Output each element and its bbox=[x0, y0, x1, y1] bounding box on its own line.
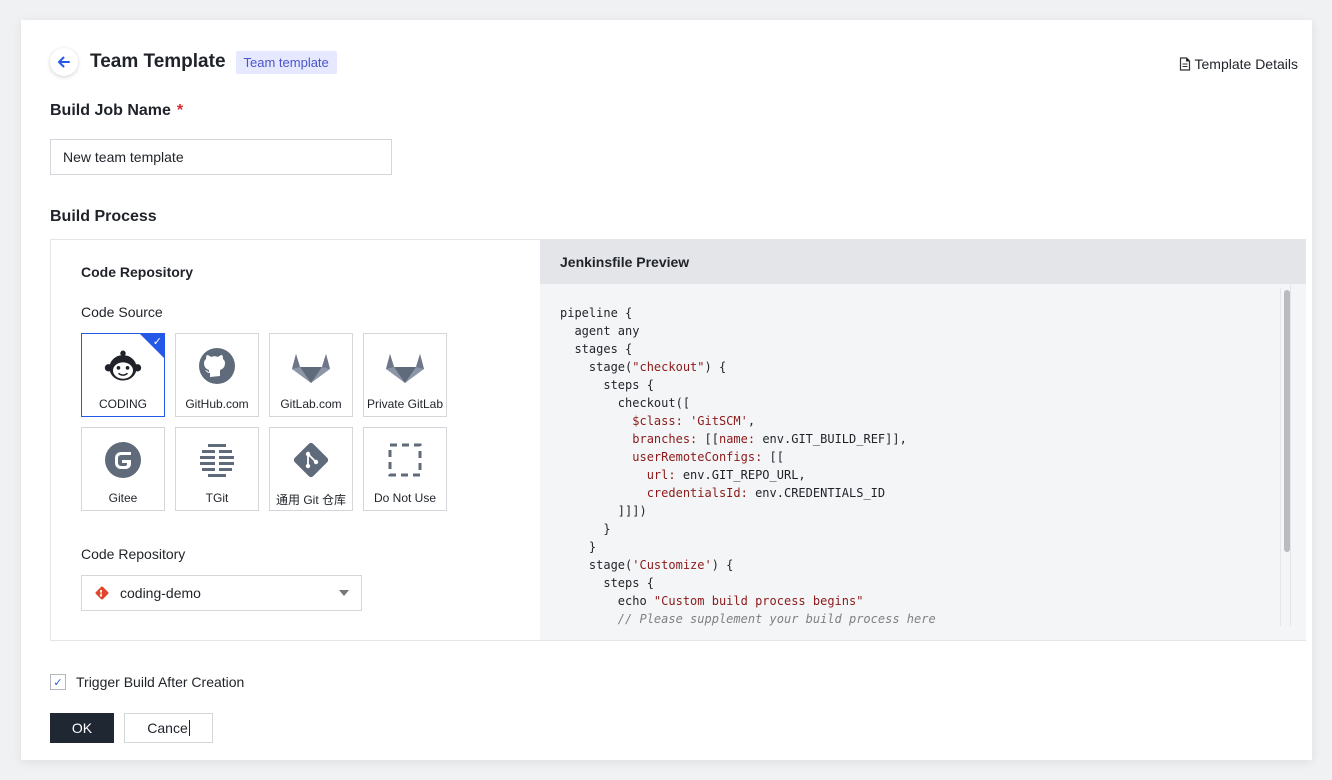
tgit-icon bbox=[197, 440, 237, 480]
required-mark: * bbox=[176, 102, 184, 119]
repository-select[interactable]: coding-demo bbox=[81, 575, 362, 611]
source-option-gitee[interactable]: Gitee bbox=[81, 427, 165, 511]
source-label: 通用 Git 仓库 bbox=[275, 493, 346, 507]
jenkinsfile-code[interactable]: pipeline { agent any stages { stage("che… bbox=[540, 284, 1291, 626]
coding-monkey-icon bbox=[103, 346, 143, 386]
trigger-build-label: Trigger Build After Creation bbox=[76, 674, 245, 690]
source-option-private-gitlab[interactable]: Private GitLab bbox=[363, 333, 447, 417]
chevron-down-icon bbox=[339, 590, 349, 596]
ok-button[interactable]: OK bbox=[50, 713, 114, 743]
source-label: GitLab.com bbox=[280, 397, 342, 411]
git-repo-icon bbox=[95, 586, 109, 600]
source-option-coding[interactable]: ✓ CODING bbox=[81, 333, 165, 417]
cancel-label: Cance bbox=[147, 720, 188, 736]
gitlab-icon bbox=[385, 346, 425, 386]
text-cursor bbox=[188, 720, 190, 736]
check-icon: ✓ bbox=[152, 336, 162, 348]
gitlab-icon bbox=[291, 346, 331, 386]
back-button[interactable] bbox=[50, 48, 78, 76]
arrow-left-icon bbox=[58, 56, 70, 68]
header: Team Template Team template bbox=[50, 48, 337, 76]
source-label: TGit bbox=[205, 491, 229, 505]
document-icon bbox=[1179, 57, 1190, 71]
cancel-button[interactable]: Cance bbox=[124, 713, 213, 743]
github-icon bbox=[197, 346, 237, 386]
template-dialog: Team Template Team template Template Det… bbox=[21, 20, 1312, 760]
code-source-label: Code Source bbox=[81, 304, 163, 320]
source-label: Private GitLab bbox=[366, 397, 444, 411]
git-icon bbox=[291, 440, 331, 480]
job-name-label-text: Build Job Name bbox=[50, 102, 171, 119]
preview-title: Jenkinsfile Preview bbox=[540, 240, 1306, 284]
source-label: CODING bbox=[99, 397, 147, 411]
page-title: Team Template bbox=[90, 51, 226, 72]
scrollbar-thumb[interactable] bbox=[1284, 290, 1290, 552]
gitee-icon bbox=[103, 440, 143, 480]
source-option-github[interactable]: GitHub.com bbox=[175, 333, 259, 417]
dashed-square-icon bbox=[385, 440, 425, 480]
build-process-label: Build Process bbox=[50, 208, 157, 225]
template-type-badge: Team template bbox=[235, 50, 337, 74]
checkbox-checked-icon[interactable]: ✓ bbox=[50, 674, 66, 690]
template-details-label: Template Details bbox=[1194, 56, 1299, 72]
code-scrollbar[interactable] bbox=[1280, 288, 1291, 626]
trigger-build-checkbox[interactable]: ✓ Trigger Build After Creation bbox=[50, 674, 244, 690]
source-label: Gitee bbox=[108, 491, 138, 505]
code-block: pipeline { agent any stages { stage("che… bbox=[560, 306, 936, 626]
template-details-link[interactable]: Template Details bbox=[1179, 56, 1299, 72]
job-name-input[interactable]: New team template bbox=[50, 139, 392, 175]
source-option-gitlab-com[interactable]: GitLab.com bbox=[269, 333, 353, 417]
source-option-tgit[interactable]: TGit bbox=[175, 427, 259, 511]
jenkinsfile-preview-pane: Jenkinsfile Preview pipeline { agent any… bbox=[540, 240, 1306, 640]
repository-label: Code Repository bbox=[81, 546, 186, 562]
build-process-panel: Code Repository Code Source ✓ CODING Git… bbox=[50, 239, 1306, 641]
code-repository-section-title: Code Repository bbox=[81, 264, 194, 280]
source-label: Do Not Use bbox=[373, 491, 437, 505]
repository-select-value: coding-demo bbox=[120, 585, 201, 601]
repository-config-pane: Code Repository Code Source ✓ CODING Git… bbox=[51, 240, 540, 640]
job-name-label: Build Job Name * bbox=[50, 102, 183, 120]
source-option-generic-git[interactable]: 通用 Git 仓库 bbox=[269, 427, 353, 511]
source-option-do-not-use[interactable]: Do Not Use bbox=[363, 427, 447, 511]
source-label: GitHub.com bbox=[185, 397, 249, 411]
